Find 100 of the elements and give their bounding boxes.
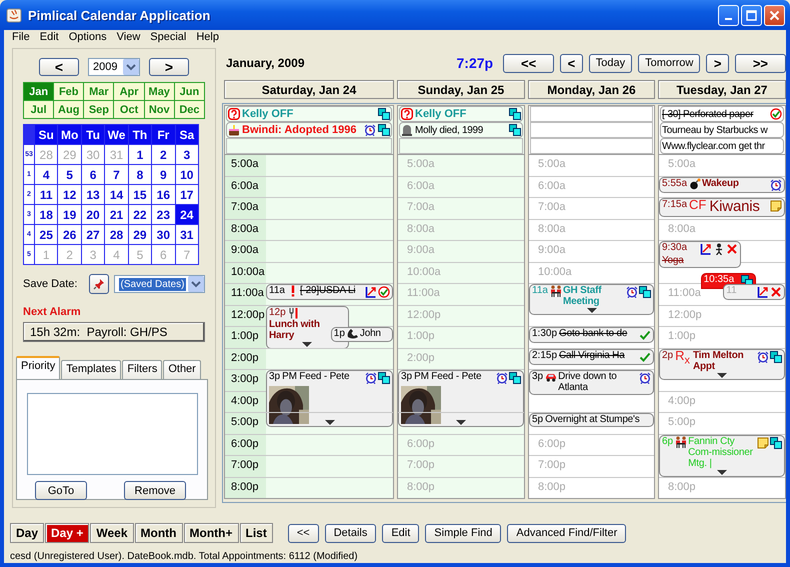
day-header[interactable]: Saturday, Jan 24 (224, 80, 394, 99)
previous-year-button[interactable]: < (39, 58, 79, 76)
appointment-card[interactable]: 3p PM Feed - Pete (398, 370, 524, 427)
month-selector[interactable]: Feb (54, 83, 84, 100)
all-day-event[interactable]: Tourneau by Starbucks w (660, 122, 784, 138)
calendar-day[interactable]: 1 (128, 145, 152, 164)
calendar-day[interactable]: 19 (58, 205, 81, 224)
calendar-day[interactable]: 28 (105, 225, 128, 244)
day-header[interactable]: Tuesday, Jan 27 (658, 80, 786, 99)
all-day-event[interactable]: Molly died, 1999 (399, 122, 523, 138)
navigation-button[interactable]: Tomorrow (638, 54, 700, 72)
panel-button[interactable]: Remove (124, 481, 186, 500)
month-selector[interactable]: Nov (144, 101, 174, 118)
priority-list[interactable] (27, 393, 198, 475)
calendar-day[interactable]: 17 (176, 185, 198, 204)
minimize-button[interactable] (718, 4, 739, 26)
calendar-day[interactable]: 4 (35, 165, 58, 184)
calendar-day[interactable]: 8 (128, 165, 152, 184)
calendar-day[interactable]: 29 (128, 225, 152, 244)
expand-arrow-icon[interactable] (456, 420, 466, 425)
month-selector[interactable]: Jan (24, 83, 54, 100)
calendar-day[interactable]: 23 (152, 205, 175, 224)
tab[interactable]: Priority (16, 356, 60, 379)
menu-item[interactable]: Help (192, 31, 225, 43)
calendar-day[interactable]: 20 (82, 205, 104, 224)
appointment-card[interactable]: 5p Overnight at Stumpe's (529, 413, 654, 427)
calendar-day[interactable]: 6 (82, 165, 104, 184)
expand-arrow-icon[interactable] (302, 342, 312, 346)
menu-item[interactable]: Options (64, 31, 113, 43)
month-selector[interactable]: Mar (84, 83, 114, 100)
saved-dates-dropdown[interactable]: (Saved Dates) (114, 275, 205, 293)
calendar-day[interactable]: 24 (176, 205, 198, 224)
pin-button[interactable] (89, 274, 109, 294)
calendar-day[interactable]: 16 (152, 185, 175, 204)
action-button[interactable]: Simple Find (425, 524, 502, 542)
calendar-day[interactable]: 15 (128, 185, 152, 204)
month-selector[interactable]: Dec (174, 101, 204, 118)
month-selector[interactable]: Sep (84, 101, 114, 118)
close-button[interactable] (764, 4, 785, 26)
navigation-button[interactable]: < (560, 54, 583, 72)
all-day-event[interactable]: Www.flyclear.com get thr (660, 138, 784, 154)
tab[interactable]: Filters (122, 360, 162, 379)
action-button[interactable]: << (288, 524, 319, 542)
expand-arrow-icon[interactable] (717, 372, 727, 378)
calendar-day[interactable]: 14 (105, 185, 128, 204)
appointment-card[interactable]: 3p PM Feed - Pete (266, 370, 393, 427)
appointment-card[interactable]: 1p John (330, 327, 393, 342)
menu-item[interactable]: File (8, 31, 36, 43)
appointment-card[interactable]: 5:55a Wakeup (659, 176, 785, 192)
appointment-card[interactable]: 3p Drive down to Atlanta (529, 370, 654, 395)
view-button[interactable]: Day + (45, 523, 90, 543)
appointment-card[interactable]: 2:15p Call Virginia Ha (529, 348, 654, 364)
appointment-card[interactable]: 9:30a Yoga (659, 241, 741, 268)
menu-item[interactable]: Edit (36, 31, 65, 43)
calendar-day[interactable]: 9 (152, 165, 175, 184)
month-selector[interactable]: Jun (174, 83, 204, 100)
navigation-button[interactable]: >> (734, 54, 786, 72)
all-day-event[interactable]: [-30] Perforated paper (660, 106, 784, 122)
calendar-day[interactable]: 22 (128, 205, 152, 224)
appointment-card[interactable]: 2p R$_{x}$ Tim Melton Appt (659, 348, 785, 380)
navigation-button[interactable]: Today (588, 54, 632, 72)
view-button[interactable]: List (240, 523, 273, 543)
expand-arrow-icon[interactable] (717, 470, 727, 474)
year-dropdown[interactable]: 2009 (88, 58, 140, 76)
day-header[interactable]: Sunday, Jan 25 (397, 80, 525, 99)
calendar-day[interactable]: 21 (105, 205, 128, 224)
month-selector[interactable]: Apr (114, 83, 144, 100)
view-button[interactable]: Month+ (184, 523, 238, 543)
calendar-day[interactable]: 12 (58, 185, 81, 204)
calendar-day[interactable]: 18 (35, 205, 58, 224)
month-selector[interactable]: Oct (114, 101, 144, 118)
calendar-day[interactable]: 11 (35, 185, 58, 204)
navigation-button[interactable]: > (706, 54, 729, 72)
navigation-button[interactable]: << (503, 54, 554, 72)
month-selector[interactable]: Jul (24, 101, 54, 118)
appointment-card[interactable]: 1:30p Goto bank to de (529, 327, 654, 343)
menu-item[interactable]: Special (146, 31, 192, 43)
maximize-button[interactable] (741, 4, 762, 26)
month-selector[interactable]: May (144, 83, 174, 100)
all-day-event[interactable]: Bwindi: Adopted 1996 (226, 122, 392, 138)
action-button[interactable]: Advanced Find/Filter (507, 524, 626, 542)
tab[interactable]: Other (163, 360, 201, 379)
menu-item[interactable]: View (112, 31, 146, 43)
calendar-day[interactable]: 25 (35, 225, 58, 244)
action-button[interactable]: Edit (382, 524, 420, 542)
month-selector[interactable]: Aug (54, 101, 84, 118)
expand-arrow-icon[interactable] (586, 308, 596, 313)
panel-button[interactable]: GoTo (35, 481, 87, 500)
calendar-day[interactable]: 3 (176, 145, 198, 164)
view-button[interactable]: Month (134, 523, 182, 543)
calendar-day[interactable]: 26 (58, 225, 81, 244)
calendar-day[interactable]: 7 (105, 165, 128, 184)
action-button[interactable]: Details (324, 524, 376, 542)
calendar-day[interactable]: 2 (152, 145, 175, 164)
calendar-day[interactable]: 31 (176, 225, 198, 244)
next-year-button[interactable]: > (149, 58, 189, 76)
day-header[interactable]: Monday, Jan 26 (528, 80, 655, 99)
view-button[interactable]: Day (10, 523, 44, 543)
calendar-day[interactable]: 30 (152, 225, 175, 244)
view-button[interactable]: Week (90, 523, 134, 543)
